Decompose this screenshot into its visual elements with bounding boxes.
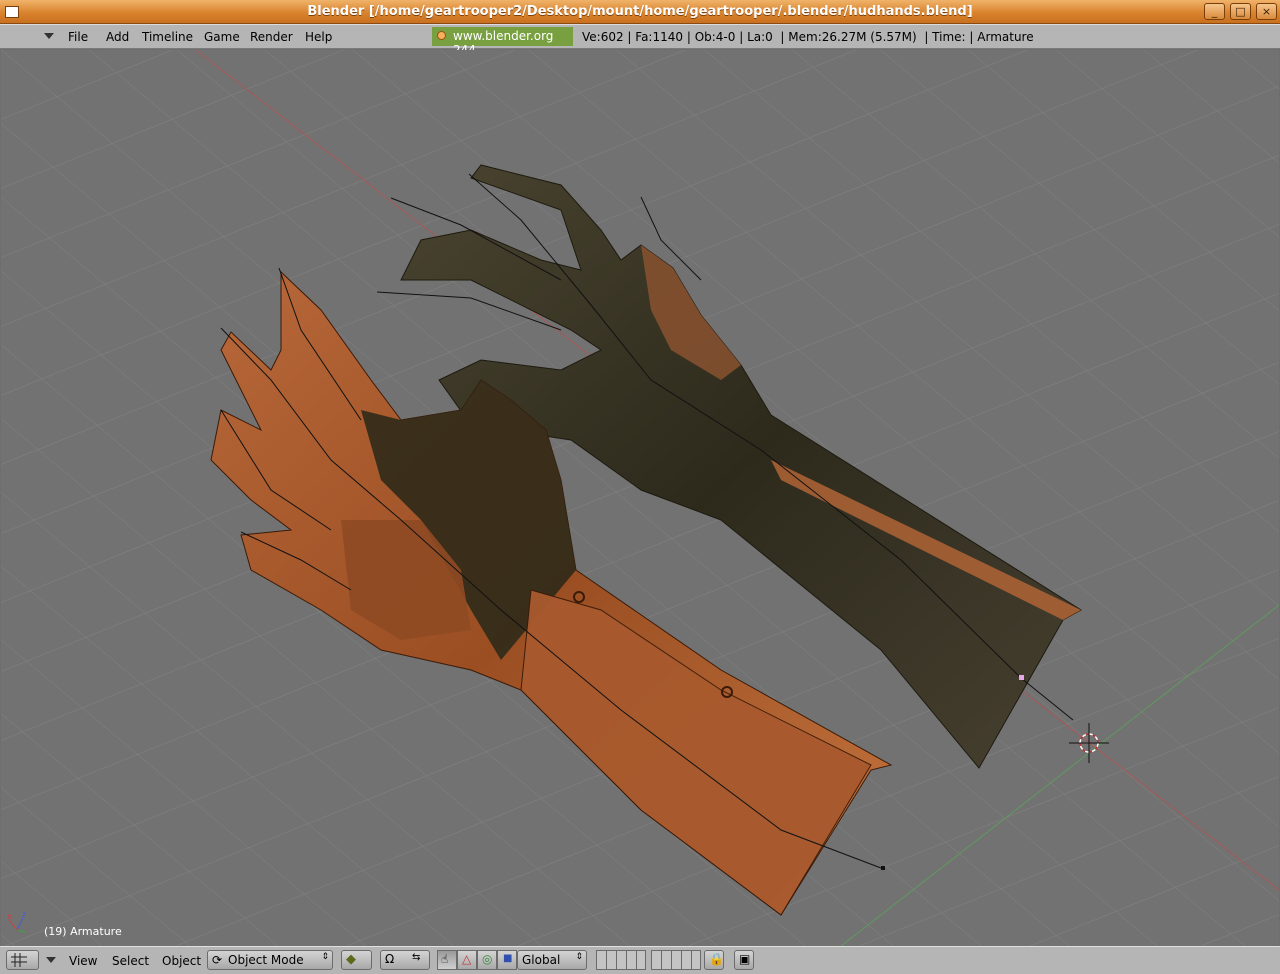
selected-bone-tip[interactable] bbox=[1019, 675, 1024, 680]
axis-orientation-icon: x z bbox=[7, 910, 26, 933]
scene-stats: Ve:602 | Fa:1140 | Ob:4-0 | La:0 | Mem:2… bbox=[582, 30, 1034, 44]
rotate-manipulator[interactable]: ◎ bbox=[477, 950, 497, 970]
orientation-label: Global bbox=[522, 953, 561, 967]
active-object-label: (19) Armature bbox=[44, 925, 122, 938]
menu-object[interactable]: Object bbox=[162, 954, 201, 968]
dropdown-arrows-icon: ⇕ bbox=[321, 952, 329, 962]
mode-icon: ⟳ bbox=[212, 953, 223, 967]
menu-render[interactable]: Render bbox=[250, 30, 293, 44]
pivot-selector[interactable]: Ω ⇆ bbox=[380, 950, 430, 970]
orientation-selector[interactable]: Global ⇕ bbox=[517, 950, 587, 970]
rotate-icon: ◎ bbox=[482, 952, 493, 966]
manipulator-toggle[interactable]: ☝ bbox=[437, 950, 457, 970]
layer-buttons-group-1[interactable] bbox=[596, 950, 646, 970]
close-button[interactable]: × bbox=[1256, 3, 1277, 20]
mode-selector[interactable]: ⟳ Object Mode ⇕ bbox=[207, 950, 333, 970]
svg-text:x: x bbox=[7, 912, 12, 921]
editor-type-button[interactable] bbox=[6, 950, 39, 970]
window-title: Blender [/home/geartrooper2/Desktop/moun… bbox=[307, 4, 973, 19]
render-preview-button[interactable]: ▣ bbox=[734, 950, 754, 970]
menu-select[interactable]: Select bbox=[112, 954, 149, 968]
mode-selector-label: Object Mode bbox=[228, 953, 304, 967]
svg-text:z: z bbox=[22, 910, 26, 919]
blender-logo-icon bbox=[437, 31, 446, 40]
layer-buttons-group-2[interactable] bbox=[651, 950, 701, 970]
maximize-button[interactable]: □ bbox=[1230, 3, 1251, 20]
3d-viewport[interactable]: x z (19) Armature bbox=[1, 50, 1279, 946]
transform-widget-icon: ⇆ bbox=[412, 952, 421, 963]
translate-manipulator[interactable]: △ bbox=[457, 950, 477, 970]
blender-logo-badge: www.blender.org 244 bbox=[432, 27, 573, 57]
viewport-grid bbox=[1, 50, 1279, 946]
pivot-icon: Ω bbox=[385, 952, 395, 966]
hand-icon: ☝ bbox=[441, 952, 449, 966]
orientation-dropdown-icon: ⇕ bbox=[575, 952, 583, 962]
3d-view-header: View Select Object ⟳ Object Mode ⇕ ◆ Ω ⇆… bbox=[0, 946, 1280, 974]
view-header-collapse-icon[interactable] bbox=[46, 957, 56, 963]
solid-shading-icon: ◆ bbox=[346, 952, 356, 967]
minimize-button[interactable]: _ bbox=[1204, 3, 1225, 20]
scale-icon: ■ bbox=[503, 953, 513, 964]
menu-view[interactable]: View bbox=[69, 954, 97, 968]
viewport-canvas[interactable] bbox=[1, 50, 1279, 946]
lock-icon: 🔒 bbox=[709, 952, 724, 966]
grid-editor-icon bbox=[11, 953, 27, 967]
menu-help[interactable]: Help bbox=[305, 30, 332, 44]
lock-layers-button[interactable]: 🔒 bbox=[704, 950, 724, 970]
draw-type-selector[interactable]: ◆ bbox=[341, 950, 372, 970]
menu-game[interactable]: Game bbox=[204, 30, 240, 44]
window-titlebar: Blender [/home/geartrooper2/Desktop/moun… bbox=[0, 0, 1280, 24]
translate-icon: △ bbox=[462, 952, 472, 966]
info-header: File Add Timeline Game Render Help www.b… bbox=[0, 24, 1280, 57]
header-collapse-icon[interactable] bbox=[44, 33, 54, 39]
render-icon: ▣ bbox=[739, 952, 751, 966]
menu-file[interactable]: File bbox=[68, 30, 88, 44]
menu-add[interactable]: Add bbox=[106, 30, 129, 44]
menu-timeline[interactable]: Timeline bbox=[142, 30, 193, 44]
scale-manipulator[interactable]: ■ bbox=[497, 950, 517, 970]
